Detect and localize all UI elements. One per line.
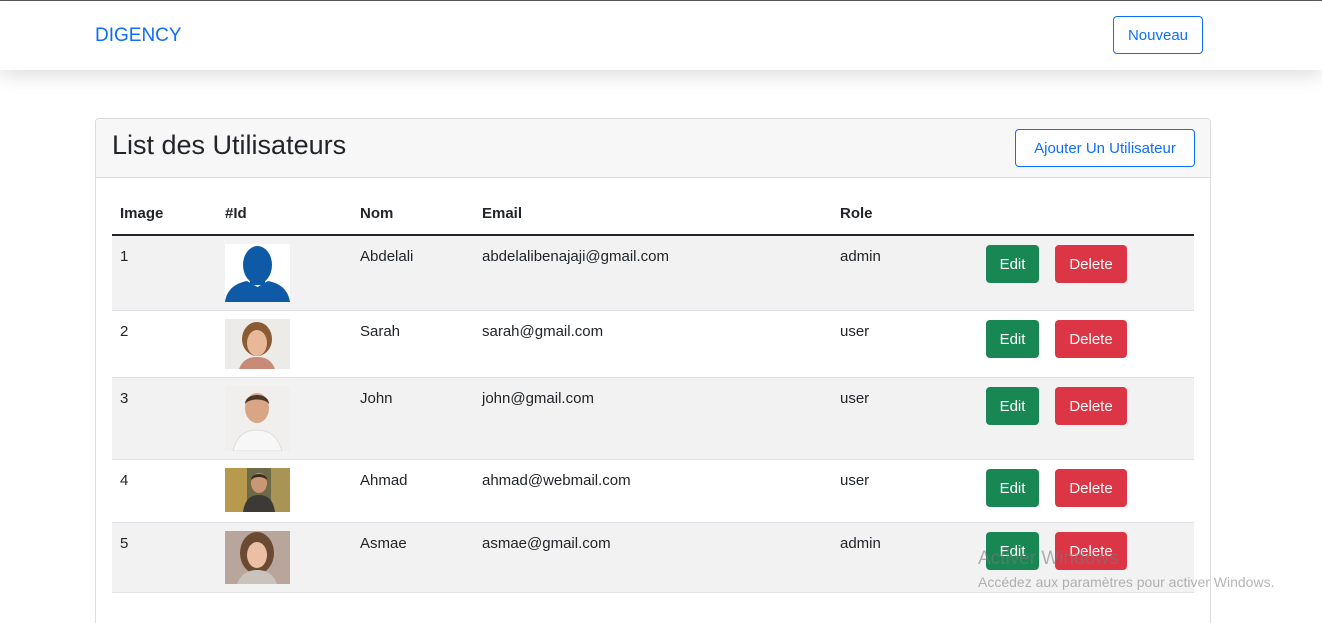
- user-email: ahmad@webmail.com: [482, 472, 631, 489]
- user-name: Asmae: [360, 535, 407, 552]
- card-header: List des Utilisateurs Ajouter Un Utilisa…: [96, 119, 1210, 178]
- user-role: user: [840, 472, 870, 489]
- user-photo: [225, 531, 290, 584]
- user-photo: [225, 319, 290, 369]
- header-email: Email: [482, 205, 523, 222]
- table-row: 3 John john@gmail.com user Edit Delete: [112, 378, 1194, 460]
- user-id: 1: [120, 248, 129, 265]
- table-row: 1 Abdelali abdelalibenajaji@gmail.com ad…: [112, 236, 1194, 311]
- table-header-row: Image #Id Nom Email Role: [112, 178, 1194, 236]
- edit-button[interactable]: Edit: [986, 469, 1039, 507]
- header-image: Image: [120, 205, 164, 222]
- user-role: user: [840, 390, 870, 407]
- user-id: 3: [120, 390, 129, 407]
- table-row: 2 Sarah sarah@gmail.com user Edit Delete: [112, 311, 1194, 378]
- edit-button[interactable]: Edit: [986, 245, 1039, 283]
- add-user-button[interactable]: Ajouter Un Utilisateur: [1015, 129, 1195, 167]
- user-email: asmae@gmail.com: [482, 535, 611, 552]
- nouveau-button[interactable]: Nouveau: [1113, 16, 1203, 54]
- user-id: 2: [120, 323, 129, 340]
- user-name: Sarah: [360, 323, 401, 340]
- header-nom: Nom: [360, 205, 394, 222]
- delete-button[interactable]: Delete: [1055, 469, 1127, 507]
- header-role: Role: [840, 205, 873, 222]
- page-title: List des Utilisateurs: [112, 130, 347, 160]
- user-id: 5: [120, 535, 129, 552]
- delete-button[interactable]: Delete: [1055, 320, 1127, 358]
- default-avatar-icon: [225, 244, 290, 302]
- table-row: 5 Asmae asmae@gmail.com admin Edit Delet…: [112, 523, 1194, 593]
- user-email: sarah@gmail.com: [482, 323, 604, 340]
- user-name: Abdelali: [360, 248, 414, 265]
- brand-link[interactable]: DIGENCY: [95, 25, 182, 47]
- user-name: Ahmad: [360, 472, 408, 489]
- navbar: DIGENCY Nouveau: [0, 1, 1322, 70]
- header-id: #Id: [225, 205, 247, 222]
- user-name: John: [360, 390, 393, 407]
- edit-button[interactable]: Edit: [986, 320, 1039, 358]
- users-table: Image #Id Nom Email Role 1 Abdelali abde…: [112, 178, 1194, 593]
- user-photo: [225, 468, 290, 512]
- edit-button[interactable]: Edit: [986, 387, 1039, 425]
- user-photo: [225, 386, 290, 451]
- delete-button[interactable]: Delete: [1055, 532, 1127, 570]
- users-card: List des Utilisateurs Ajouter Un Utilisa…: [95, 118, 1211, 623]
- edit-button[interactable]: Edit: [986, 532, 1039, 570]
- user-id: 4: [120, 472, 129, 489]
- user-email: abdelalibenajaji@gmail.com: [482, 248, 669, 265]
- user-role: user: [840, 323, 870, 340]
- user-role: admin: [840, 535, 881, 552]
- table-row: 4 Ahmad ahmad@webmail.com user Edit Dele…: [112, 460, 1194, 523]
- user-role: admin: [840, 248, 881, 265]
- user-email: john@gmail.com: [482, 390, 594, 407]
- delete-button[interactable]: Delete: [1055, 245, 1127, 283]
- delete-button[interactable]: Delete: [1055, 387, 1127, 425]
